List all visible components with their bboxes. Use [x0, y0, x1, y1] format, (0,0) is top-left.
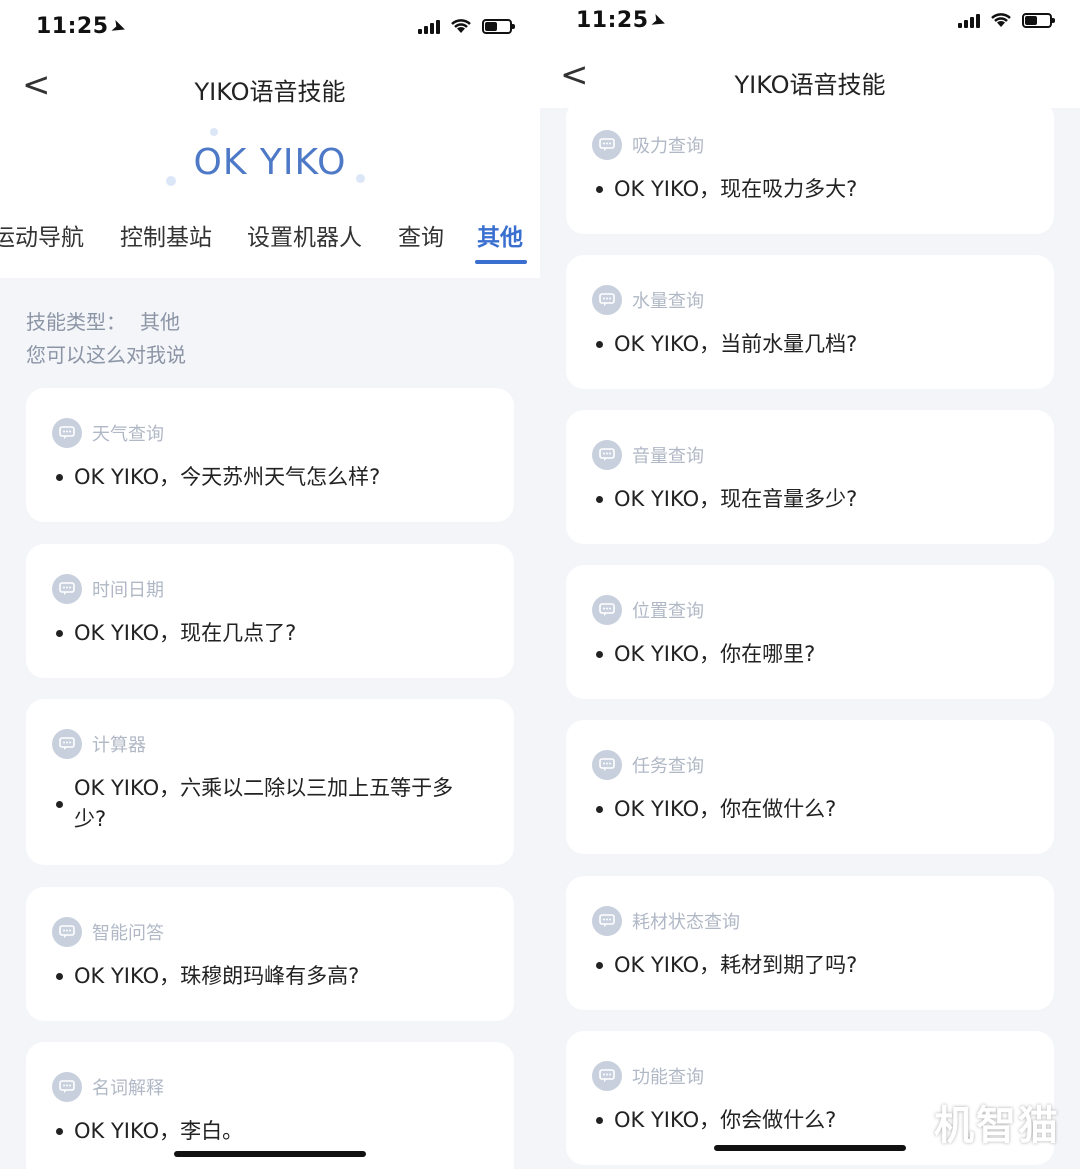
chat-bubble-icon [592, 440, 622, 470]
card-text: OK YIKO，今天苏州天气怎么样? [74, 465, 381, 489]
skill-card-calculator: 计算器 OK YIKO，六乘以二除以三加上五等于多 少? [26, 699, 514, 865]
chat-bubble-icon [52, 729, 82, 759]
hero-title: OK YIKO [193, 142, 347, 183]
bullet [56, 474, 63, 481]
bullet [596, 341, 603, 348]
skill-card-qa: 智能问答 OK YIKO，珠穆朗玛峰有多高? [26, 887, 514, 1021]
bullet [596, 1117, 603, 1124]
card-text: OK YIKO，珠穆朗玛峰有多高? [74, 964, 360, 988]
status-time: 11:25➤ [576, 8, 670, 35]
skill-card-time: 时间日期 OK YIKO，现在几点了? [26, 544, 514, 678]
card-text: OK YIKO，李白。 [74, 1119, 244, 1143]
bullet [56, 801, 63, 808]
tab-robot-settings[interactable]: 设置机器人 [247, 218, 362, 252]
status-time: 11:25➤ [36, 14, 130, 41]
location-arrow-icon: ➤ [647, 8, 670, 35]
chat-bubble-icon [592, 750, 622, 780]
tab-motion-nav[interactable]: 运动导航 [0, 218, 84, 252]
bullet [596, 496, 603, 503]
chat-bubble-icon [52, 917, 82, 947]
chat-bubble-icon [592, 906, 622, 936]
nav-bar: < YIKO语音技能 [0, 60, 540, 114]
signal-icon [418, 18, 440, 34]
nav-bar: < YIKO语音技能 [540, 48, 1080, 108]
active-tab-indicator [475, 260, 527, 264]
watermark-text: 机智猫 [934, 1103, 1060, 1149]
chat-bubble-icon [592, 130, 622, 160]
wifi-icon [451, 19, 471, 33]
card-label: 音量查询 [632, 446, 704, 467]
card-label: 天气查询 [92, 424, 164, 445]
hero-banner: OK YIKO [0, 114, 540, 204]
card-text: OK YIKO，你在做什么? [614, 797, 837, 821]
skill-card-volume: 音量查询 OK YIKO，现在音量多少? [566, 410, 1054, 544]
chat-bubble-icon [52, 574, 82, 604]
left-phone-screen: 11:25➤ < YIKO语音技能 OK YIKO 运动导航 控制基站 设置机器… [0, 0, 540, 1169]
page-title: YIKO语音技能 [734, 71, 886, 99]
card-label: 计算器 [92, 735, 146, 756]
chat-bubble-icon [592, 1061, 622, 1091]
card-text-line2: 少? [74, 807, 107, 831]
card-label: 时间日期 [92, 580, 164, 601]
tab-base-control[interactable]: 控制基站 [120, 218, 212, 252]
chat-bubble-icon [52, 418, 82, 448]
signal-icon [958, 12, 980, 28]
tab-bar: 运动导航 控制基站 设置机器人 查询 其他 [0, 204, 540, 278]
right-phone-screen: 11:25➤ < YIKO语音技能 吸力查询 OK YIKO，现在吸力多大? 水… [540, 0, 1080, 1169]
skill-subtitle: 您可以这么对我说 [26, 343, 186, 367]
chat-bubble-icon [52, 1072, 82, 1102]
decor-dot [210, 128, 218, 136]
card-label: 智能问答 [92, 923, 164, 944]
card-label: 任务查询 [632, 756, 704, 777]
bullet [596, 962, 603, 969]
bullet [596, 651, 603, 658]
card-text-line1: OK YIKO，六乘以二除以三加上五等于多 [74, 776, 454, 800]
battery-icon [482, 18, 515, 34]
card-text: OK YIKO，耗材到期了吗? [614, 953, 858, 977]
card-label: 名词解释 [92, 1078, 164, 1099]
page-title: YIKO语音技能 [194, 78, 346, 106]
skill-card-consumables: 耗材状态查询 OK YIKO，耗材到期了吗? [566, 876, 1054, 1010]
card-label: 吸力查询 [632, 136, 704, 157]
skill-type: 技能类型： 其他 [26, 310, 180, 334]
skill-card-task: 任务查询 OK YIKO，你在做什么? [566, 720, 1054, 854]
wifi-icon [991, 13, 1011, 27]
skill-card-definition: 名词解释 OK YIKO，李白。 [26, 1042, 514, 1169]
bullet [56, 973, 63, 980]
chat-bubble-icon [592, 285, 622, 315]
tab-other[interactable]: 其他 [477, 218, 523, 252]
card-text: OK YIKO，现在几点了? [74, 621, 297, 645]
tab-query[interactable]: 查询 [398, 218, 444, 252]
card-text: OK YIKO，当前水量几档? [614, 332, 858, 356]
skill-card-weather: 天气查询 OK YIKO，今天苏州天气怎么样? [26, 388, 514, 522]
battery-icon [1022, 12, 1055, 28]
home-indicator[interactable] [714, 1145, 906, 1151]
bullet [596, 806, 603, 813]
card-label: 水量查询 [632, 291, 704, 312]
card-text: OK YIKO，现在音量多少? [614, 487, 858, 511]
card-text: OK YIKO，你在哪里? [614, 642, 816, 666]
chat-bubble-icon [592, 595, 622, 625]
card-text: OK YIKO，现在吸力多大? [614, 177, 858, 201]
status-bar: 11:25➤ [0, 0, 540, 60]
bullet [56, 1128, 63, 1135]
skill-card-water: 水量查询 OK YIKO，当前水量几档? [566, 255, 1054, 389]
card-label: 功能查询 [632, 1067, 704, 1088]
card-label: 位置查询 [632, 601, 704, 622]
bullet [596, 186, 603, 193]
skill-card-location: 位置查询 OK YIKO，你在哪里? [566, 565, 1054, 699]
skill-card-suction: 吸力查询 OK YIKO，现在吸力多大? [566, 100, 1054, 234]
location-arrow-icon: ➤ [107, 14, 130, 41]
card-label: 耗材状态查询 [632, 912, 740, 933]
bullet [56, 630, 63, 637]
card-text: OK YIKO，你会做什么? [614, 1108, 837, 1132]
home-indicator[interactable] [174, 1151, 366, 1157]
